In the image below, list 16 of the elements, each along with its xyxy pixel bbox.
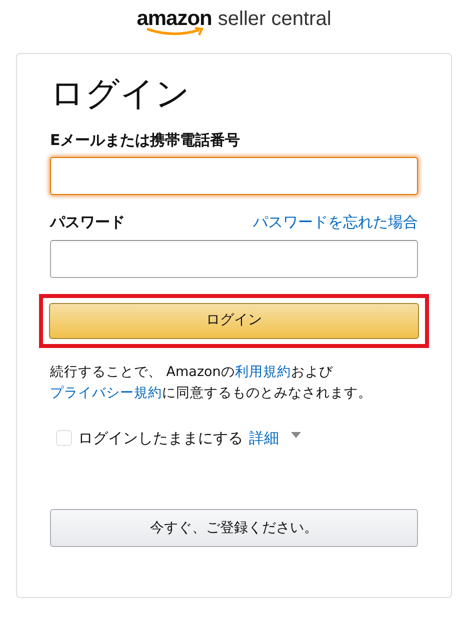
- field-label: Eメールまたは携帯電話番号: [50, 130, 240, 151]
- register-button[interactable]: 今すぐ、ご登録ください。: [50, 509, 418, 548]
- field-label: パスワード: [50, 212, 125, 234]
- logo: amazon seller central: [136, 8, 332, 37]
- caret-icon[interactable]: [291, 432, 301, 438]
- terms-link[interactable]: プライバシー規約: [50, 385, 162, 402]
- terms-text: 続行することで、 Amazonの利用規約および プライバシー規約に同意するものとみなされます。: [50, 362, 373, 404]
- forgot-password-link[interactable]: パスワードを忘れた場合: [253, 211, 418, 234]
- input-field[interactable]: [50, 157, 418, 196]
- details-link[interactable]: 詳細: [249, 426, 279, 450]
- page-title: ログイン: [50, 74, 191, 115]
- terms-link[interactable]: 利用規約: [234, 364, 291, 380]
- input-field[interactable]: [50, 240, 418, 278]
- login-button[interactable]: ログイン: [49, 302, 419, 339]
- remember-checkbox[interactable]: [56, 430, 72, 446]
- checkbox-label[interactable]: ログインしたままにする: [78, 426, 243, 450]
